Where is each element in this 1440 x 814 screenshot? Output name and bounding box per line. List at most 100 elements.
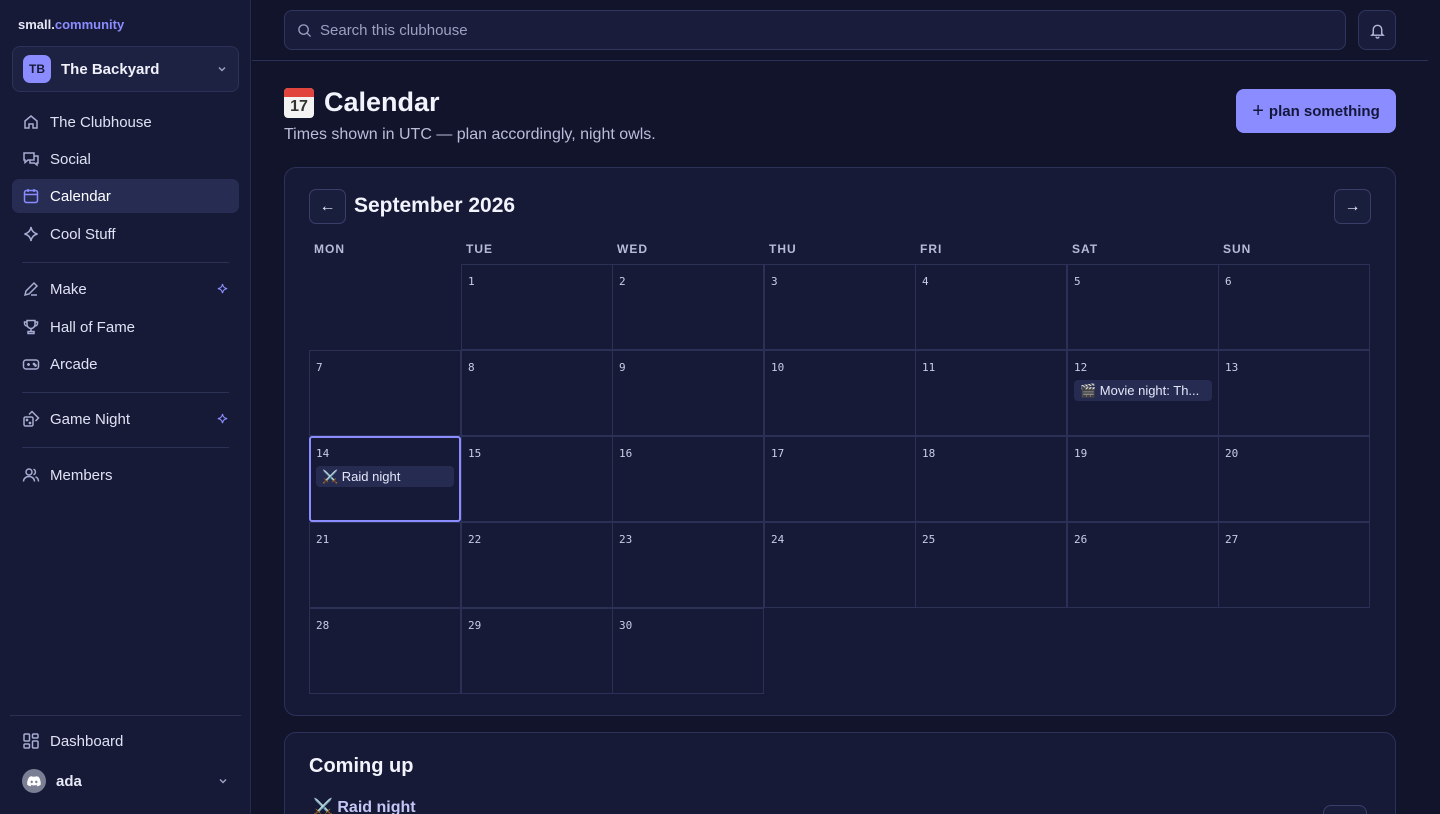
calendar-day-cell[interactable]: 8 (461, 350, 613, 436)
calendar-emoji-icon: 17 (284, 87, 314, 118)
day-number: 20 (1225, 447, 1239, 460)
day-number: 5 (1074, 275, 1081, 288)
calendar-day-cell[interactable]: 13 (1218, 350, 1370, 436)
calendar-day-cell[interactable]: 21 (309, 522, 461, 608)
calendar-panel: ← September 2026 → MON TUE WED THU FRI S… (284, 167, 1396, 716)
calendar-day-cell[interactable]: 11 (915, 350, 1067, 436)
day-number: 26 (1074, 533, 1088, 546)
calendar-grid: 1 2 3 4 5 6 7 8 9 10 11 12 🎬 Movie night: Th... 13 14 ⚔… (309, 264, 1371, 695)
gamepad-icon (22, 359, 40, 370)
club-switcher[interactable]: TB The Backyard (12, 46, 239, 92)
trophy-icon (23, 319, 39, 335)
calendar-day-cell[interactable]: 22 (461, 522, 613, 608)
day-number: 8 (468, 361, 475, 374)
calendar-day-cell[interactable]: 9 (612, 350, 764, 436)
sidebar: small.community TB The Backyard The Club… (0, 0, 251, 814)
day-number: 17 (771, 447, 785, 460)
day-number: 15 (468, 447, 482, 460)
calendar-day-cell[interactable]: 19 (1067, 436, 1219, 522)
main-content: 17 Calendar Times shown in UTC — plan ac… (252, 0, 1440, 814)
calendar-day-cell[interactable]: 27 (1218, 522, 1370, 608)
coming-up-panel: Coming up ⚔️ Raid night (284, 732, 1396, 814)
sidebar-divider (22, 447, 229, 448)
calendar-icon (23, 189, 39, 204)
sidebar-item-members[interactable]: Members (12, 458, 239, 492)
sidebar-item-label: Dashboard (50, 732, 124, 750)
page-title-text: Calendar (324, 87, 440, 117)
calendar-day-cell[interactable]: 14 ⚔️ Raid night (309, 436, 461, 522)
day-number: 30 (619, 619, 633, 632)
pencil-icon (23, 281, 39, 297)
club-name: The Backyard (61, 60, 160, 78)
sparkle-badge-icon (217, 283, 228, 293)
chat-icon (23, 152, 39, 167)
sidebar-divider (22, 262, 229, 263)
sidebar-item-clubhouse[interactable]: The Clubhouse (12, 105, 239, 139)
calendar-day-cell[interactable]: 2 (612, 264, 764, 350)
prev-month-button[interactable]: ← (309, 189, 346, 224)
sidebar-item-game-night[interactable]: Game Night (12, 402, 239, 436)
sidebar-item-social[interactable]: Social (12, 142, 239, 176)
upcoming-event-action-button[interactable] (1323, 805, 1367, 814)
calendar-day-cell[interactable]: 4 (915, 264, 1067, 350)
coming-up-title: Coming up (309, 755, 414, 777)
calendar-empty-cell (309, 264, 461, 350)
sidebar-item-dashboard[interactable]: Dashboard (12, 724, 239, 758)
day-number: 16 (619, 447, 633, 460)
calendar-day-cell[interactable]: 25 (915, 522, 1067, 608)
day-number: 23 (619, 533, 633, 546)
sidebar-item-label: Calendar (50, 187, 111, 205)
next-month-button[interactable]: → (1334, 189, 1371, 224)
sidebar-item-label: Social (50, 150, 91, 168)
calendar-day-cell[interactable]: 10 (764, 350, 916, 436)
day-number: 3 (771, 275, 778, 288)
calendar-day-cell[interactable]: 30 (612, 608, 764, 694)
calendar-day-cell[interactable]: 6 (1218, 264, 1370, 350)
calendar-day-cell[interactable]: 28 (309, 608, 461, 694)
plan-button-label: plan something (1268, 102, 1380, 120)
day-number: 4 (922, 275, 929, 288)
calendar-day-cell[interactable]: 18 (915, 436, 1067, 522)
calendar-day-cell[interactable]: 1 (461, 264, 613, 350)
brand-logo[interactable]: small.community (18, 17, 124, 32)
user-menu[interactable]: ada (12, 765, 239, 797)
calendar-day-cell[interactable]: 12 🎬 Movie night: Th... (1067, 350, 1219, 436)
day-number: 18 (922, 447, 936, 460)
calendar-day-cell[interactable]: 23 (612, 522, 764, 608)
chevron-down-icon (219, 778, 227, 784)
search-bar[interactable] (284, 10, 1346, 50)
day-number: 7 (316, 361, 323, 374)
sparkle-badge-icon (217, 413, 228, 423)
page-title: 17 Calendar (284, 87, 440, 118)
calendar-day-cell[interactable]: 26 (1067, 522, 1219, 608)
sidebar-item-make[interactable]: Make (12, 272, 239, 306)
calendar-day-cell[interactable]: 16 (612, 436, 764, 522)
day-number: 19 (1074, 447, 1088, 460)
sidebar-item-cool-stuff[interactable]: Cool Stuff (12, 217, 239, 251)
upcoming-event[interactable]: ⚔️ Raid night (313, 797, 416, 814)
calendar-day-cell[interactable]: 3 (764, 264, 916, 350)
sparkle-icon (24, 226, 38, 242)
calendar-day-cell[interactable]: 7 (309, 350, 461, 436)
sidebar-item-label: Arcade (50, 355, 98, 373)
bell-icon (1369, 24, 1385, 39)
notifications-button[interactable] (1358, 10, 1396, 50)
calendar-day-cell[interactable]: 15 (461, 436, 613, 522)
calendar-day-cell[interactable]: 24 (764, 522, 916, 608)
plan-something-button[interactable]: + plan something (1236, 89, 1396, 133)
sidebar-item-label: Members (50, 466, 113, 484)
calendar-day-cell[interactable]: 17 (764, 436, 916, 522)
search-input[interactable] (320, 21, 1333, 39)
calendar-event-chip[interactable]: 🎬 Movie night: Th... (1074, 380, 1212, 401)
day-number: 11 (922, 361, 936, 374)
day-number: 22 (468, 533, 482, 546)
calendar-day-cell[interactable]: 29 (461, 608, 613, 694)
dashboard-icon (23, 733, 39, 749)
sidebar-item-arcade[interactable]: Arcade (12, 347, 239, 381)
sidebar-item-hall-of-fame[interactable]: Hall of Fame (12, 310, 239, 344)
day-number: 29 (468, 619, 482, 632)
calendar-day-cell[interactable]: 5 (1067, 264, 1219, 350)
sidebar-item-calendar[interactable]: Calendar (12, 179, 239, 213)
calendar-event-chip[interactable]: ⚔️ Raid night (316, 466, 454, 487)
calendar-day-cell[interactable]: 20 (1218, 436, 1370, 522)
